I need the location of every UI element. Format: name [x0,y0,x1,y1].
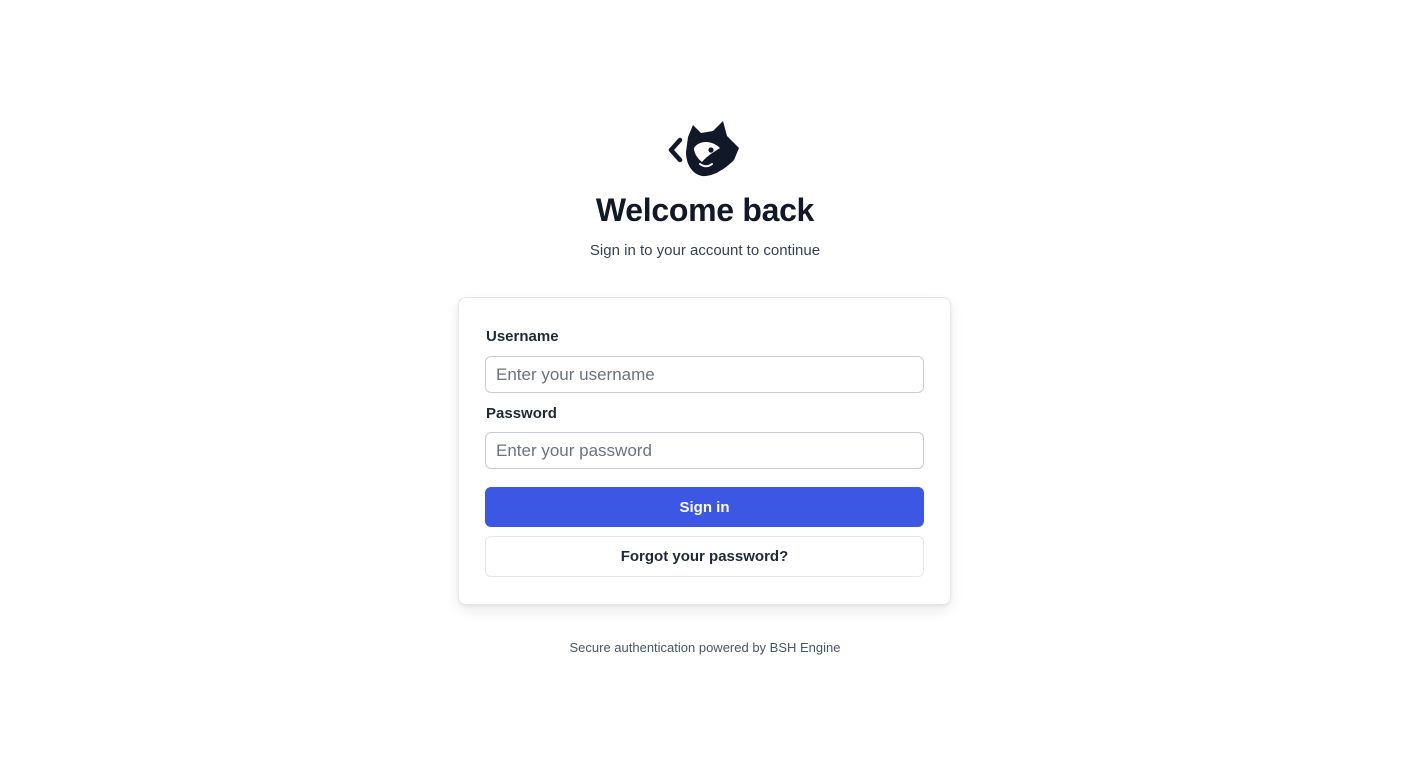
footer-text: Secure authentication powered by BSH Eng… [569,640,841,655]
page-subtitle: Sign in to your account to continue [589,242,821,259]
forgot-password-button[interactable]: Forgot your password? [485,536,924,577]
username-label: Username [486,328,559,345]
sign-in-button[interactable]: Sign in [485,487,924,527]
login-page: Welcome back Sign in to your account to … [0,0,1410,769]
password-label: Password [486,405,557,422]
password-input[interactable] [485,432,924,469]
page-title: Welcome back [595,192,815,228]
login-card: Username Password Sign in Forgot your pa… [458,297,951,605]
raccoon-logo-icon [668,118,742,180]
username-input[interactable] [485,356,924,393]
